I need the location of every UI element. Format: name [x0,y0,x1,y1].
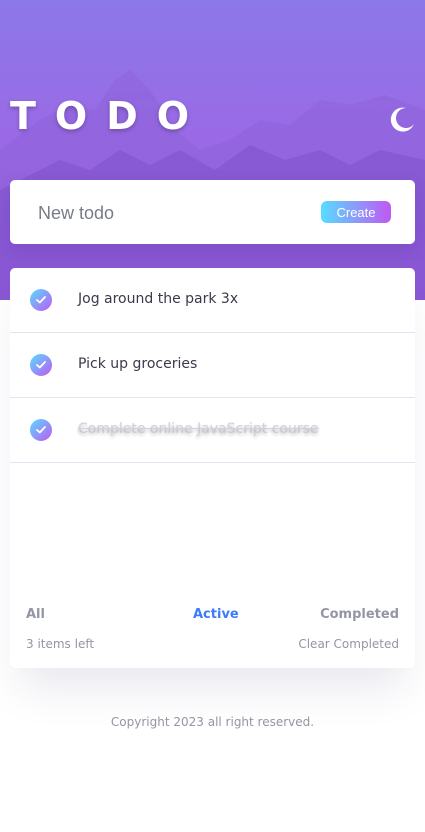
todo-item-completed[interactable]: Complete online JavaScript course [10,398,415,463]
filter-completed[interactable]: Completed [320,607,399,622]
todo-text: Pick up groceries [78,356,198,372]
clear-completed-button[interactable]: Clear Completed [298,637,399,651]
create-button[interactable]: Create [321,201,391,223]
todo-footer: All Active Completed 3 items left Clear … [10,596,415,668]
copyright-text: Copyright 2023 all right reserved. [110,715,315,729]
todo-text: Complete online JavaScript course [78,421,319,437]
filter-all[interactable]: All [26,607,45,622]
todo-item[interactable]: Jog around the park 3x [10,268,415,333]
moon-icon[interactable] [386,104,416,134]
checkbox-checked-icon[interactable] [30,289,52,311]
new-todo-card: Create [10,180,415,244]
todo-item[interactable]: Pick up groceries [10,333,415,398]
todo-list-card: Jog around the park 3x Pick up groceries… [10,268,415,668]
mountain-background-image [0,70,425,300]
checkbox-checked-icon[interactable] [30,419,52,441]
page-title: TODO [10,94,209,138]
items-left-count: 3 items left [26,637,95,651]
new-todo-input[interactable] [36,198,300,228]
todo-text: Jog around the park 3x [78,291,239,307]
filter-active[interactable]: Active [193,607,239,622]
checkbox-checked-icon[interactable] [30,354,52,376]
hero-banner [0,0,425,300]
